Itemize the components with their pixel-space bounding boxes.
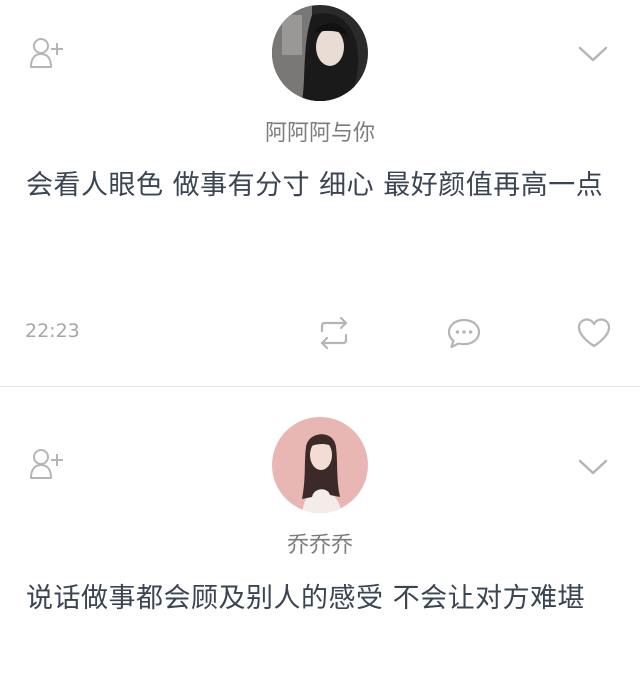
more-menu-button[interactable] [576,44,610,66]
avatar[interactable] [272,5,368,101]
avatar[interactable] [272,417,368,513]
username[interactable]: 阿阿阿与你 [0,115,640,147]
repost-button[interactable] [316,316,352,350]
post-content: 说话做事都会顾及别人的感受 不会让对方难堪 [26,583,586,614]
post-card: 阿阿阿与你 会看人眼色 做事有分寸 细心 最好颜值再高一点 22:23 [0,0,640,386]
heart-icon [577,318,611,348]
repost-icon [320,316,348,350]
comment-button[interactable] [446,316,482,350]
avatar-photo [272,5,368,101]
comment-icon [447,318,481,349]
chevron-down-icon [578,459,608,475]
follow-button[interactable] [28,36,68,72]
timestamp: 22:23 [25,320,80,342]
like-button[interactable] [576,316,612,350]
follow-icon [30,449,63,479]
post-card: 乔乔乔 说话做事都会顾及别人的感受 不会让对方难堪 [0,387,640,694]
username[interactable]: 乔乔乔 [0,527,640,559]
avatar-photo [272,417,368,513]
follow-icon [30,38,63,68]
follow-button[interactable] [28,447,68,483]
more-menu-button[interactable] [576,457,610,479]
post-content: 会看人眼色 做事有分寸 细心 最好颜值再高一点 [26,170,604,201]
chevron-down-icon [578,46,608,62]
